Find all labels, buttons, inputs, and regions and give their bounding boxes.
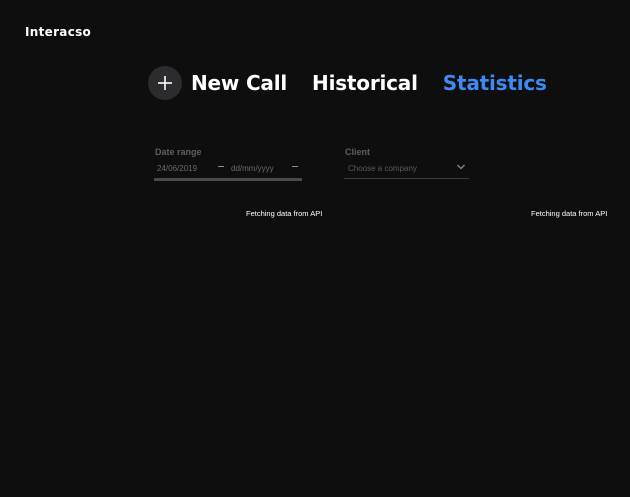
date-from-input[interactable]: 24/06/2019 xyxy=(157,161,223,177)
chevron-down-icon xyxy=(457,164,465,170)
date-from-clear-mark xyxy=(218,166,224,167)
fetching-status-left: Fetching data from API xyxy=(246,209,323,218)
date-range-picker: 24/06/2019 dd/mm/yyyy xyxy=(154,161,302,181)
plus-icon xyxy=(158,76,172,90)
main-nav: New Call Historical Statistics xyxy=(148,66,547,100)
date-range-underline xyxy=(154,178,302,181)
nav-new-call[interactable]: New Call xyxy=(191,71,287,95)
fetching-status-right: Fetching data from API xyxy=(531,209,608,218)
date-range-label: Date range xyxy=(155,147,202,157)
statistics-page: Interacso New Call Historical Statistics… xyxy=(0,0,630,497)
client-label: Client xyxy=(345,147,371,157)
date-to-clear-mark xyxy=(292,166,298,167)
date-to-input[interactable]: dd/mm/yyyy xyxy=(231,161,281,177)
new-call-plus-button[interactable] xyxy=(148,66,182,100)
nav-statistics[interactable]: Statistics xyxy=(443,71,547,95)
client-placeholder: Choose a company xyxy=(348,164,417,173)
app-logo[interactable]: Interacso xyxy=(25,25,91,39)
nav-historical[interactable]: Historical xyxy=(312,71,418,95)
client-select[interactable]: Choose a company xyxy=(344,161,469,179)
